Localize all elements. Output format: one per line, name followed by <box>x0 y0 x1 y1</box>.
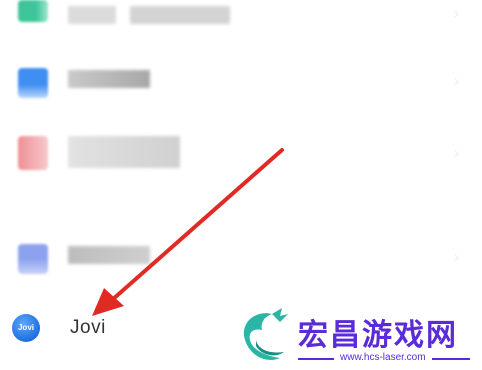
chevron-right-icon: › <box>454 5 460 22</box>
settings-item-icon-indigo <box>18 244 48 274</box>
list-item[interactable]: › <box>0 66 482 100</box>
settings-item-icon-blue <box>18 68 48 98</box>
chevron-right-icon: › <box>454 145 460 162</box>
watermark-title: 宏昌游戏网 <box>298 318 458 353</box>
list-item[interactable]: › <box>0 132 482 172</box>
item-label-blurred <box>130 6 230 24</box>
item-label-blurred <box>68 70 150 88</box>
chevron-right-icon: › <box>454 249 460 266</box>
chevron-right-icon: › <box>454 73 460 90</box>
watermark: 宏昌游戏网 www.hcs-laser.com <box>236 306 482 370</box>
watermark-divider <box>432 358 470 360</box>
watermark-url: www.hcs-laser.com <box>340 352 426 363</box>
item-label-blurred <box>68 246 150 264</box>
dragon-logo-icon <box>243 308 288 360</box>
watermark-divider <box>298 358 334 360</box>
settings-item-icon-red <box>18 136 48 170</box>
jovi-icon: Jovi <box>12 314 40 342</box>
item-label-blurred <box>68 6 116 24</box>
list-item[interactable]: › <box>0 0 482 30</box>
settings-item-icon-green <box>18 0 48 22</box>
item-label-blurred <box>68 136 180 168</box>
jovi-label: Jovi <box>70 317 106 338</box>
list-item[interactable]: › <box>0 240 482 276</box>
